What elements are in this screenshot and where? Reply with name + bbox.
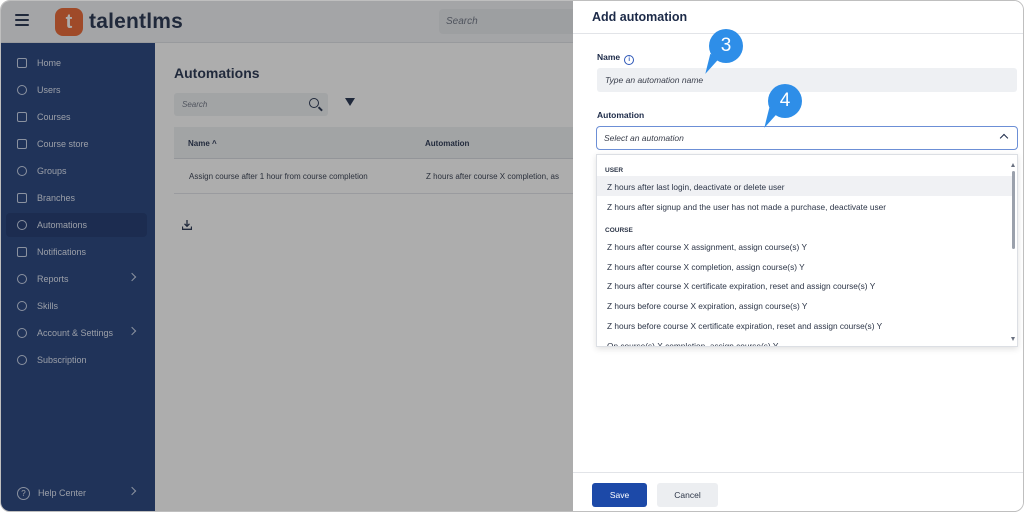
divider <box>573 33 1023 34</box>
drawer-title: Add automation <box>592 10 688 24</box>
save-button[interactable]: Save <box>592 483 647 507</box>
scroll-down-icon[interactable] <box>1011 337 1015 341</box>
option-item[interactable]: Z hours after course X completion, assig… <box>597 256 1013 276</box>
option-item[interactable]: Z hours after last login, deactivate or … <box>597 176 1013 196</box>
scrollbar[interactable] <box>1011 159 1016 345</box>
add-automation-drawer: Add automation Namei Automation Select a… <box>573 1 1023 511</box>
app-window: t talentlms Search Home Users Courses Co… <box>0 0 1024 512</box>
automation-select[interactable]: Select an automation <box>596 126 1018 150</box>
chevron-up-icon[interactable] <box>999 133 1009 143</box>
cancel-button[interactable]: Cancel <box>657 483 718 507</box>
option-item[interactable]: On course(s) X completion, assign course… <box>597 335 1013 346</box>
modal-backdrop[interactable] <box>1 1 573 511</box>
option-item[interactable]: Z hours after signup and the user has no… <box>597 196 1013 216</box>
option-item[interactable]: Z hours after course X assignment, assig… <box>597 236 1013 256</box>
option-group-label: COURSE <box>605 227 633 234</box>
option-item[interactable]: Z hours after course X certificate expir… <box>597 275 1013 295</box>
step-3-callout: 3 <box>709 29 743 63</box>
scrollbar-thumb[interactable] <box>1012 171 1015 249</box>
step-4-callout: 4 <box>768 84 802 118</box>
option-item[interactable]: Z hours before course X certificate expi… <box>597 315 1013 335</box>
automation-options-list: USER Z hours after last login, deactivat… <box>596 154 1018 347</box>
name-label: Name i <box>597 52 635 65</box>
option-group-label: USER <box>605 167 624 174</box>
scroll-up-icon[interactable] <box>1011 163 1015 167</box>
automation-name-input[interactable] <box>597 68 1017 92</box>
automation-label: Automation <box>597 110 645 120</box>
info-icon[interactable]: i <box>624 55 635 65</box>
option-item[interactable]: Z hours before course X expiration, assi… <box>597 295 1013 315</box>
select-placeholder: Select an automation <box>604 133 684 143</box>
divider <box>573 472 1023 473</box>
